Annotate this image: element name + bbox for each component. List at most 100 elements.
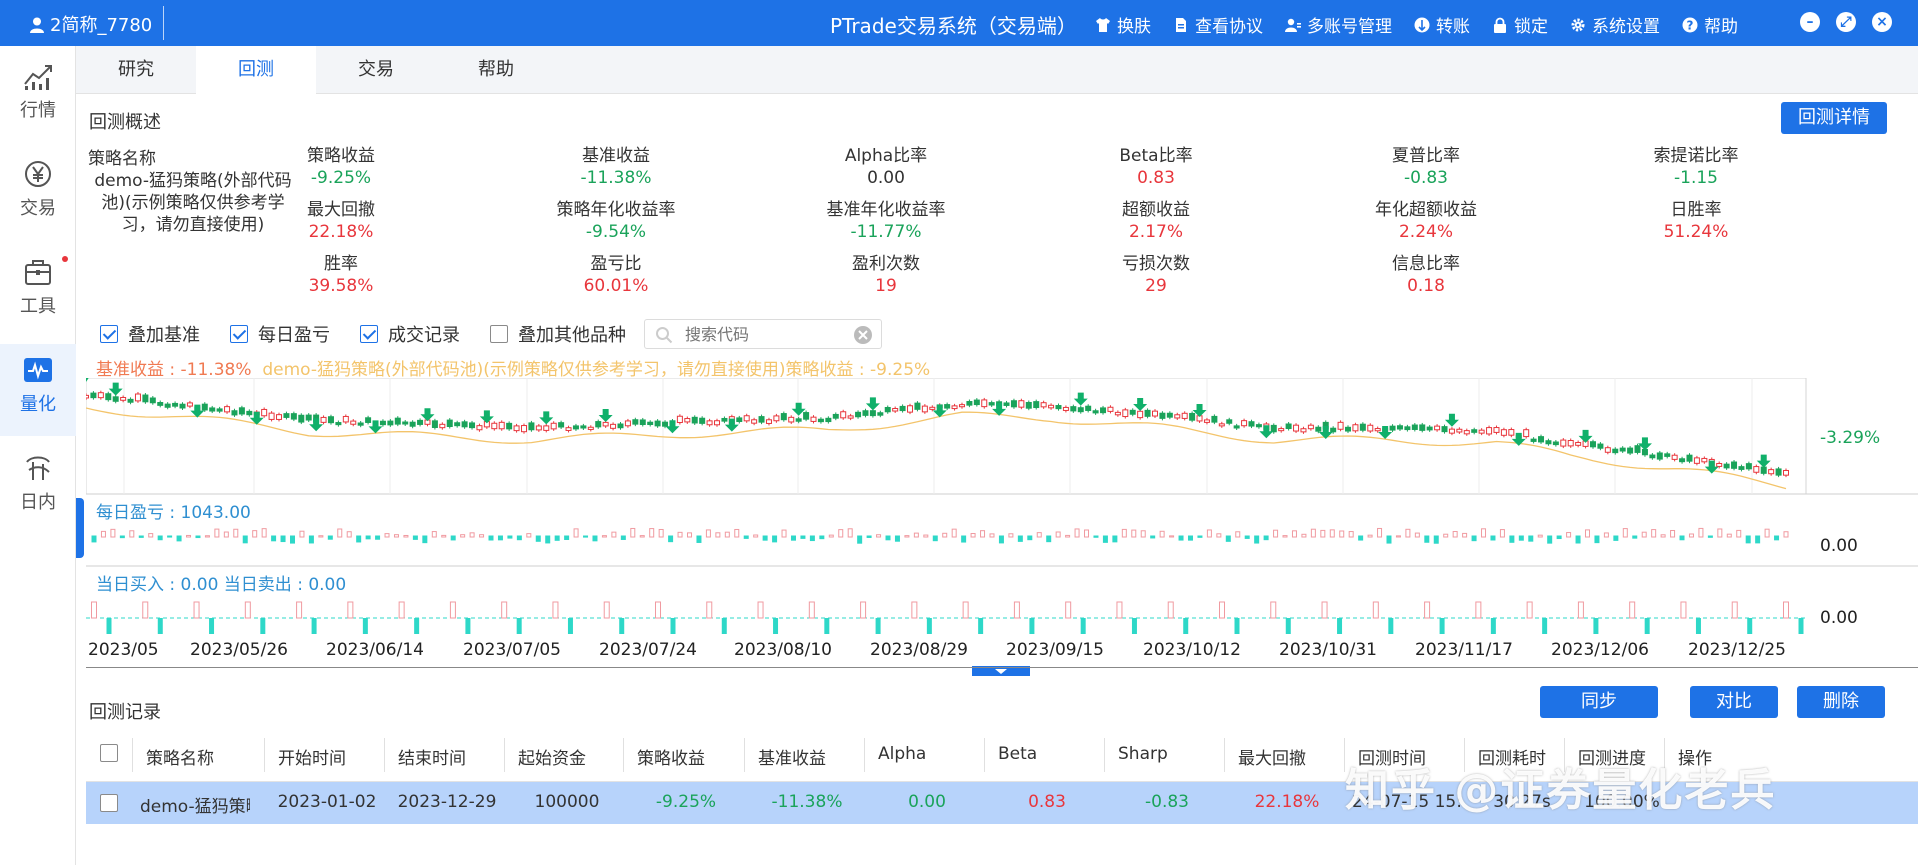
daily-pnl-bar — [1206, 529, 1212, 538]
metric-value: 0.18 — [1407, 276, 1445, 296]
candle-body — [1448, 428, 1455, 434]
row-checkbox[interactable] — [100, 794, 118, 812]
checkbox[interactable] — [230, 325, 248, 343]
close-icon[interactable]: × — [1872, 12, 1892, 32]
sidebar-collapse-handle[interactable] — [76, 498, 84, 558]
sidebar-item-market[interactable]: 行情 — [0, 50, 76, 142]
restore-icon[interactable]: ⤢ — [1836, 12, 1856, 32]
backtest-detail-button[interactable]: 回测详情 — [1781, 102, 1887, 134]
candle-body — [1456, 428, 1463, 433]
metric-item: 夏普比率 -0.83 — [1316, 145, 1536, 189]
column-header[interactable]: 结束时间 — [398, 744, 466, 769]
menu-help[interactable]: ? 帮助 — [1682, 12, 1738, 37]
table-cell: 100000 — [534, 792, 600, 812]
x-tick-label: 2023/08/10 — [734, 640, 832, 660]
option-daily-pnl[interactable]: 每日盈亏 — [230, 321, 330, 347]
tab-backtest[interactable]: 回测 — [196, 46, 316, 94]
sidebar-item-quant[interactable]: 量化 — [0, 344, 76, 436]
candle-body — [1545, 440, 1552, 445]
candle-body — [1055, 405, 1062, 410]
menu-system-settings[interactable]: 系统设置 — [1570, 12, 1660, 37]
column-header[interactable]: 起始资金 — [518, 744, 586, 769]
candle-body — [840, 411, 847, 419]
column-header[interactable]: 基准收益 — [758, 744, 826, 769]
candle-body — [966, 401, 973, 406]
sidebar-item-intraday[interactable]: 日内 — [0, 442, 76, 534]
candle-body — [1270, 424, 1277, 433]
column-header[interactable]: 策略收益 — [637, 744, 705, 769]
backtest-chart[interactable] — [86, 378, 1918, 678]
option-overlay-benchmark[interactable]: 叠加基准 — [100, 321, 200, 347]
daily-pnl-bar — [327, 535, 333, 540]
watermark: 知乎 @证券量化老兵 — [1345, 765, 1777, 816]
menu-transfer[interactable]: 转账 — [1414, 12, 1470, 37]
option-overlay-other[interactable]: 叠加其他品种 — [490, 321, 626, 347]
candle-body — [1627, 447, 1634, 454]
checkbox[interactable] — [100, 325, 118, 343]
trade-arrow — [1133, 398, 1148, 411]
sell-bar — [1747, 618, 1753, 634]
buy-bar — [1219, 601, 1225, 619]
candle-body — [1085, 405, 1092, 411]
candle-body — [877, 412, 884, 416]
candle-body — [899, 405, 906, 412]
title-separator — [163, 6, 164, 40]
sidebar-item-tools[interactable]: 工具 — [0, 246, 76, 338]
checkbox[interactable] — [360, 325, 378, 343]
candle-body — [1048, 404, 1055, 409]
menu-skin[interactable]: 换肤 — [1095, 12, 1151, 37]
daily-pnl-bar — [431, 531, 437, 538]
daily-pnl-bar — [639, 535, 645, 538]
column-header[interactable]: Alpha — [878, 744, 926, 764]
candle-body — [172, 402, 179, 407]
daily-pnl-bar — [526, 533, 532, 538]
column-header[interactable]: 开始时间 — [278, 744, 346, 769]
candle-body — [743, 415, 750, 422]
tab-help[interactable]: 帮助 — [436, 46, 556, 94]
daily-pnl-bar — [1481, 528, 1487, 538]
notification-dot — [62, 256, 68, 262]
column-header[interactable]: 策略名称 — [146, 744, 214, 769]
buy-bar — [911, 601, 918, 619]
daily-pnl-bar — [573, 528, 579, 538]
column-header[interactable]: Sharp — [1118, 744, 1168, 764]
compare-button[interactable]: 对比 — [1690, 686, 1778, 718]
delete-button[interactable]: 删除 — [1797, 686, 1885, 718]
candle-body — [543, 425, 550, 431]
candle-body — [780, 413, 787, 421]
tab-research[interactable]: 研究 — [76, 46, 196, 94]
metric-label: 基准年化收益率 — [826, 200, 946, 220]
menu-multi-account[interactable]: 多账号管理 — [1285, 12, 1392, 37]
menu-view-agreement[interactable]: 查看协议 — [1173, 12, 1263, 37]
daily-pnl-bar — [904, 535, 910, 538]
menu-lock[interactable]: 锁定 — [1492, 12, 1548, 37]
metric-item: 索提诺比率 -1.15 — [1586, 145, 1806, 189]
x-tick-label: 2023/12/25 — [1688, 640, 1786, 660]
clear-icon[interactable] — [853, 325, 873, 345]
metric-value: -9.25% — [310, 168, 372, 188]
sidebar-item-trade[interactable]: 交易 — [0, 148, 76, 240]
candle-body — [201, 403, 208, 411]
buy-bar — [501, 601, 508, 619]
daily-pnl-bar — [1187, 535, 1193, 541]
daily-pnl-bar — [1499, 529, 1505, 538]
sell-bar — [1593, 618, 1599, 634]
daily-pnl-bar — [1291, 530, 1297, 538]
sync-button[interactable]: 同步 — [1540, 686, 1658, 718]
column-header[interactable]: Beta — [998, 744, 1037, 764]
option-trade-records[interactable]: 成交记录 — [360, 321, 460, 347]
select-all-checkbox[interactable] — [100, 744, 118, 762]
tab-trade[interactable]: 交易 — [316, 46, 436, 94]
daily-pnl-label: 每日盈亏 : 1043.00 — [96, 503, 251, 523]
candle-body — [1144, 409, 1151, 417]
daily-pnl-bar — [1027, 535, 1033, 541]
checkbox[interactable] — [490, 325, 508, 343]
minimize-icon[interactable]: – — [1800, 12, 1820, 32]
metric-label: 夏普比率 — [1392, 146, 1460, 166]
daily-pnl-bar — [460, 534, 466, 538]
code-search-input[interactable] — [685, 324, 835, 344]
column-separator — [864, 738, 865, 772]
candle-body — [1337, 421, 1344, 430]
account-name[interactable]: 2简称_7780 — [30, 11, 152, 37]
column-header[interactable]: 最大回撤 — [1238, 744, 1306, 769]
